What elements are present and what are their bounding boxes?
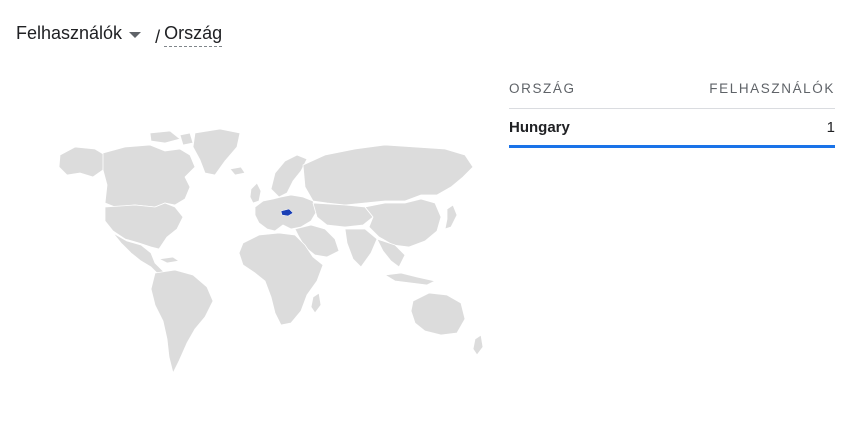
map-region-central-asia — [312, 202, 374, 228]
map-region-madagascar — [310, 292, 322, 314]
map-region-south-america — [150, 269, 214, 374]
map-region-caribbean — [158, 256, 180, 264]
metric-selector[interactable]: Felhasználók — [16, 20, 142, 46]
map-region-india — [344, 228, 378, 268]
map-region-canada — [102, 144, 196, 208]
map-region-iceland — [229, 166, 246, 176]
map-region-uk — [249, 182, 262, 204]
map-region-russia — [302, 144, 474, 206]
map-region-scandinavia — [270, 154, 308, 198]
map-region-australia — [410, 292, 466, 336]
world-map — [58, 128, 484, 374]
column-header-country[interactable]: ORSZÁG — [509, 78, 576, 100]
country-table: ORSZÁG FELHASZNÁLÓK Hungary 1 — [509, 78, 835, 148]
map-region-indonesia — [384, 272, 436, 286]
country-cell: Hungary — [509, 118, 570, 136]
metric-label: Felhasználók — [16, 23, 123, 43]
dimension-selector[interactable]: Ország — [164, 20, 223, 47]
column-header-users[interactable]: FELHASZNÁLÓK — [709, 78, 835, 100]
map-region-alaska — [58, 146, 106, 178]
chevron-down-icon — [129, 31, 142, 38]
users-cell: 1 — [826, 118, 835, 136]
report-header: Felhasználók / Ország — [16, 20, 223, 48]
table-row[interactable]: Hungary 1 — [509, 109, 835, 148]
breadcrumb-separator: / — [155, 27, 161, 47]
map-region-usa — [104, 202, 184, 250]
map-region-arctic-islands — [149, 130, 194, 146]
map-region-new-zealand — [472, 334, 484, 356]
table-header: ORSZÁG FELHASZNÁLÓK — [509, 78, 835, 109]
map-region-japan — [444, 204, 458, 230]
